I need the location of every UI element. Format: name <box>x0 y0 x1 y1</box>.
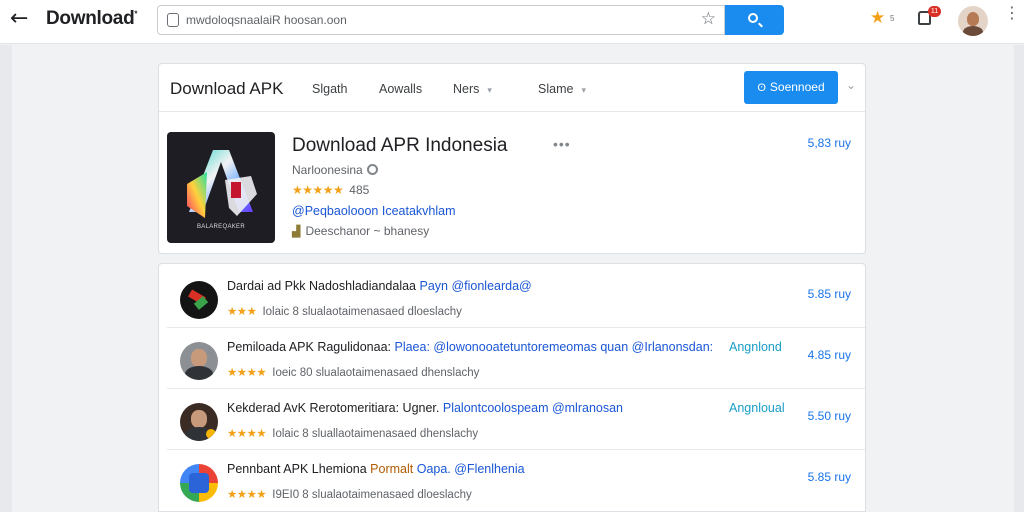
item-title[interactable]: Dardai ad Pkk Nadoshladiandalaa Payn @fi… <box>227 279 532 293</box>
left-gutter <box>0 45 12 512</box>
dropdown-chevron-icon[interactable]: ⌄ <box>846 78 856 92</box>
list-item[interactable]: Pemiloada APK Ragulidonaa: Plaea: @lowon… <box>159 328 865 389</box>
nav-item-1[interactable]: Slgath <box>312 82 347 96</box>
avatar-inner <box>189 473 209 493</box>
back-arrow-icon[interactable]: ← <box>10 8 34 32</box>
favorites-count: 5 <box>890 14 895 23</box>
item-stars: ★★★ <box>227 304 257 318</box>
verified-icon <box>366 164 378 175</box>
avatar-face <box>967 12 979 26</box>
chevron-down-icon: ▾ <box>581 86 586 96</box>
app-name: Download APR Indonesia <box>292 135 508 156</box>
app-description: ▟ Deeschanor ~ bhanesy <box>292 224 430 238</box>
list-item[interactable]: Kekderad AvK Rerotomeritiara: Ugner. Pla… <box>159 389 865 450</box>
search-button[interactable] <box>725 5 784 35</box>
nav-item-2[interactable]: Aowalls <box>379 82 422 96</box>
app-tag-link[interactable]: @Peqbaolooon Iceatakvhlam <box>292 204 456 218</box>
item-tag[interactable]: Angnloual <box>729 401 785 415</box>
item-avatar <box>180 342 218 380</box>
item-stars: ★★★★ <box>227 487 267 501</box>
thumb-icon: ▟ <box>292 225 301 238</box>
rating-stars: ★★★★★ 485 <box>292 183 370 197</box>
page-info-icon[interactable] <box>167 13 179 27</box>
search-icon <box>748 13 758 23</box>
item-price: 4.85 ruy <box>807 348 851 362</box>
avatar-face <box>191 410 207 428</box>
more-options-icon[interactable]: ••• <box>553 136 571 152</box>
address-text[interactable]: mwdoloqsnaalaiR hoosan.oon <box>186 13 347 27</box>
favorites-star-icon[interactable]: ★ <box>870 8 885 28</box>
list-item[interactable]: Pennbant APK Lhemiona Pormalt Oapa. @Fle… <box>159 450 865 511</box>
download-icon: ʘ <box>757 82 766 94</box>
right-scrollbar[interactable] <box>1014 45 1024 512</box>
item-price: 5.50 ruy <box>807 409 851 423</box>
avatar-body <box>185 366 213 380</box>
app-icon-caption: BALAREQAKER <box>197 224 245 230</box>
item-meta: ★★★★ Iolaic 8 sluallaotaimenasaed dhensla… <box>227 426 479 440</box>
page-title: Download* <box>46 8 138 29</box>
nav-title: Download APK <box>170 79 284 98</box>
item-title[interactable]: Pemiloada APK Ragulidonaa: Plaea: @lowon… <box>227 340 713 354</box>
avatar-badge <box>206 429 216 439</box>
item-price: 5.85 ruy <box>807 287 851 301</box>
item-avatar <box>180 281 218 319</box>
nav-item-3[interactable]: Ners ▾ <box>453 82 492 96</box>
item-stars: ★★★★ <box>227 426 267 440</box>
list-item[interactable]: Dardai ad Pkk Nadoshladiandalaa Payn @fi… <box>159 267 865 328</box>
item-meta: ★★★★ Ioeic 80 slualaotaimenasaed dhenslac… <box>227 365 480 379</box>
item-price: 5.85 ruy <box>807 470 851 484</box>
developer-name[interactable]: Narloonesina <box>292 163 378 177</box>
app-icon[interactable]: BALAREQAKER <box>167 132 275 243</box>
address-bar[interactable]: mwdoloqsnaalaiR hoosan.oon ☆ <box>157 5 725 35</box>
more-vert-icon[interactable]: ⋮ <box>1004 5 1020 21</box>
top-bar: ← Download* mwdoloqsnaalaiR hoosan.oon ☆… <box>0 0 1024 44</box>
item-tag[interactable]: Angnlond <box>729 340 782 354</box>
rating-count: 485 <box>349 183 370 197</box>
app-price: 5,83 ruy <box>807 136 851 150</box>
notification-badge: 11 <box>928 6 941 17</box>
card-nav-bar: Download APK Slgath Aowalls Ners ▾ Slame ▾… <box>159 64 865 112</box>
related-apps-list: Dardai ad Pkk Nadoshladiandalaa Payn @fi… <box>158 263 866 512</box>
avatar-body <box>963 26 983 36</box>
item-title[interactable]: Kekderad AvK Rerotomeritiara: Ugner. Pla… <box>227 401 623 415</box>
item-stars: ★★★★ <box>227 365 267 379</box>
avatar-face <box>191 349 207 367</box>
bookmark-star-icon[interactable]: ☆ <box>701 9 716 29</box>
item-avatar <box>180 403 218 441</box>
item-meta: ★★★★ I9EI0 8 slualaotaimenasaed dloeslach… <box>227 487 472 501</box>
user-avatar[interactable] <box>958 6 988 36</box>
nav-item-4[interactable]: Slame ▾ <box>538 82 586 96</box>
app-detail-card: Download APK Slgath Aowalls Ners ▾ Slame ▾… <box>158 63 866 254</box>
item-avatar <box>180 464 218 502</box>
item-meta: ★★★ Iolaic 8 slualaotaimenasaed dloeslach… <box>227 304 462 318</box>
download-button[interactable]: ʘ Soennoed <box>744 71 838 104</box>
chevron-down-icon: ▾ <box>487 86 492 96</box>
item-title[interactable]: Pennbant APK Lhemiona Pormalt Oapa. @Fle… <box>227 462 525 476</box>
